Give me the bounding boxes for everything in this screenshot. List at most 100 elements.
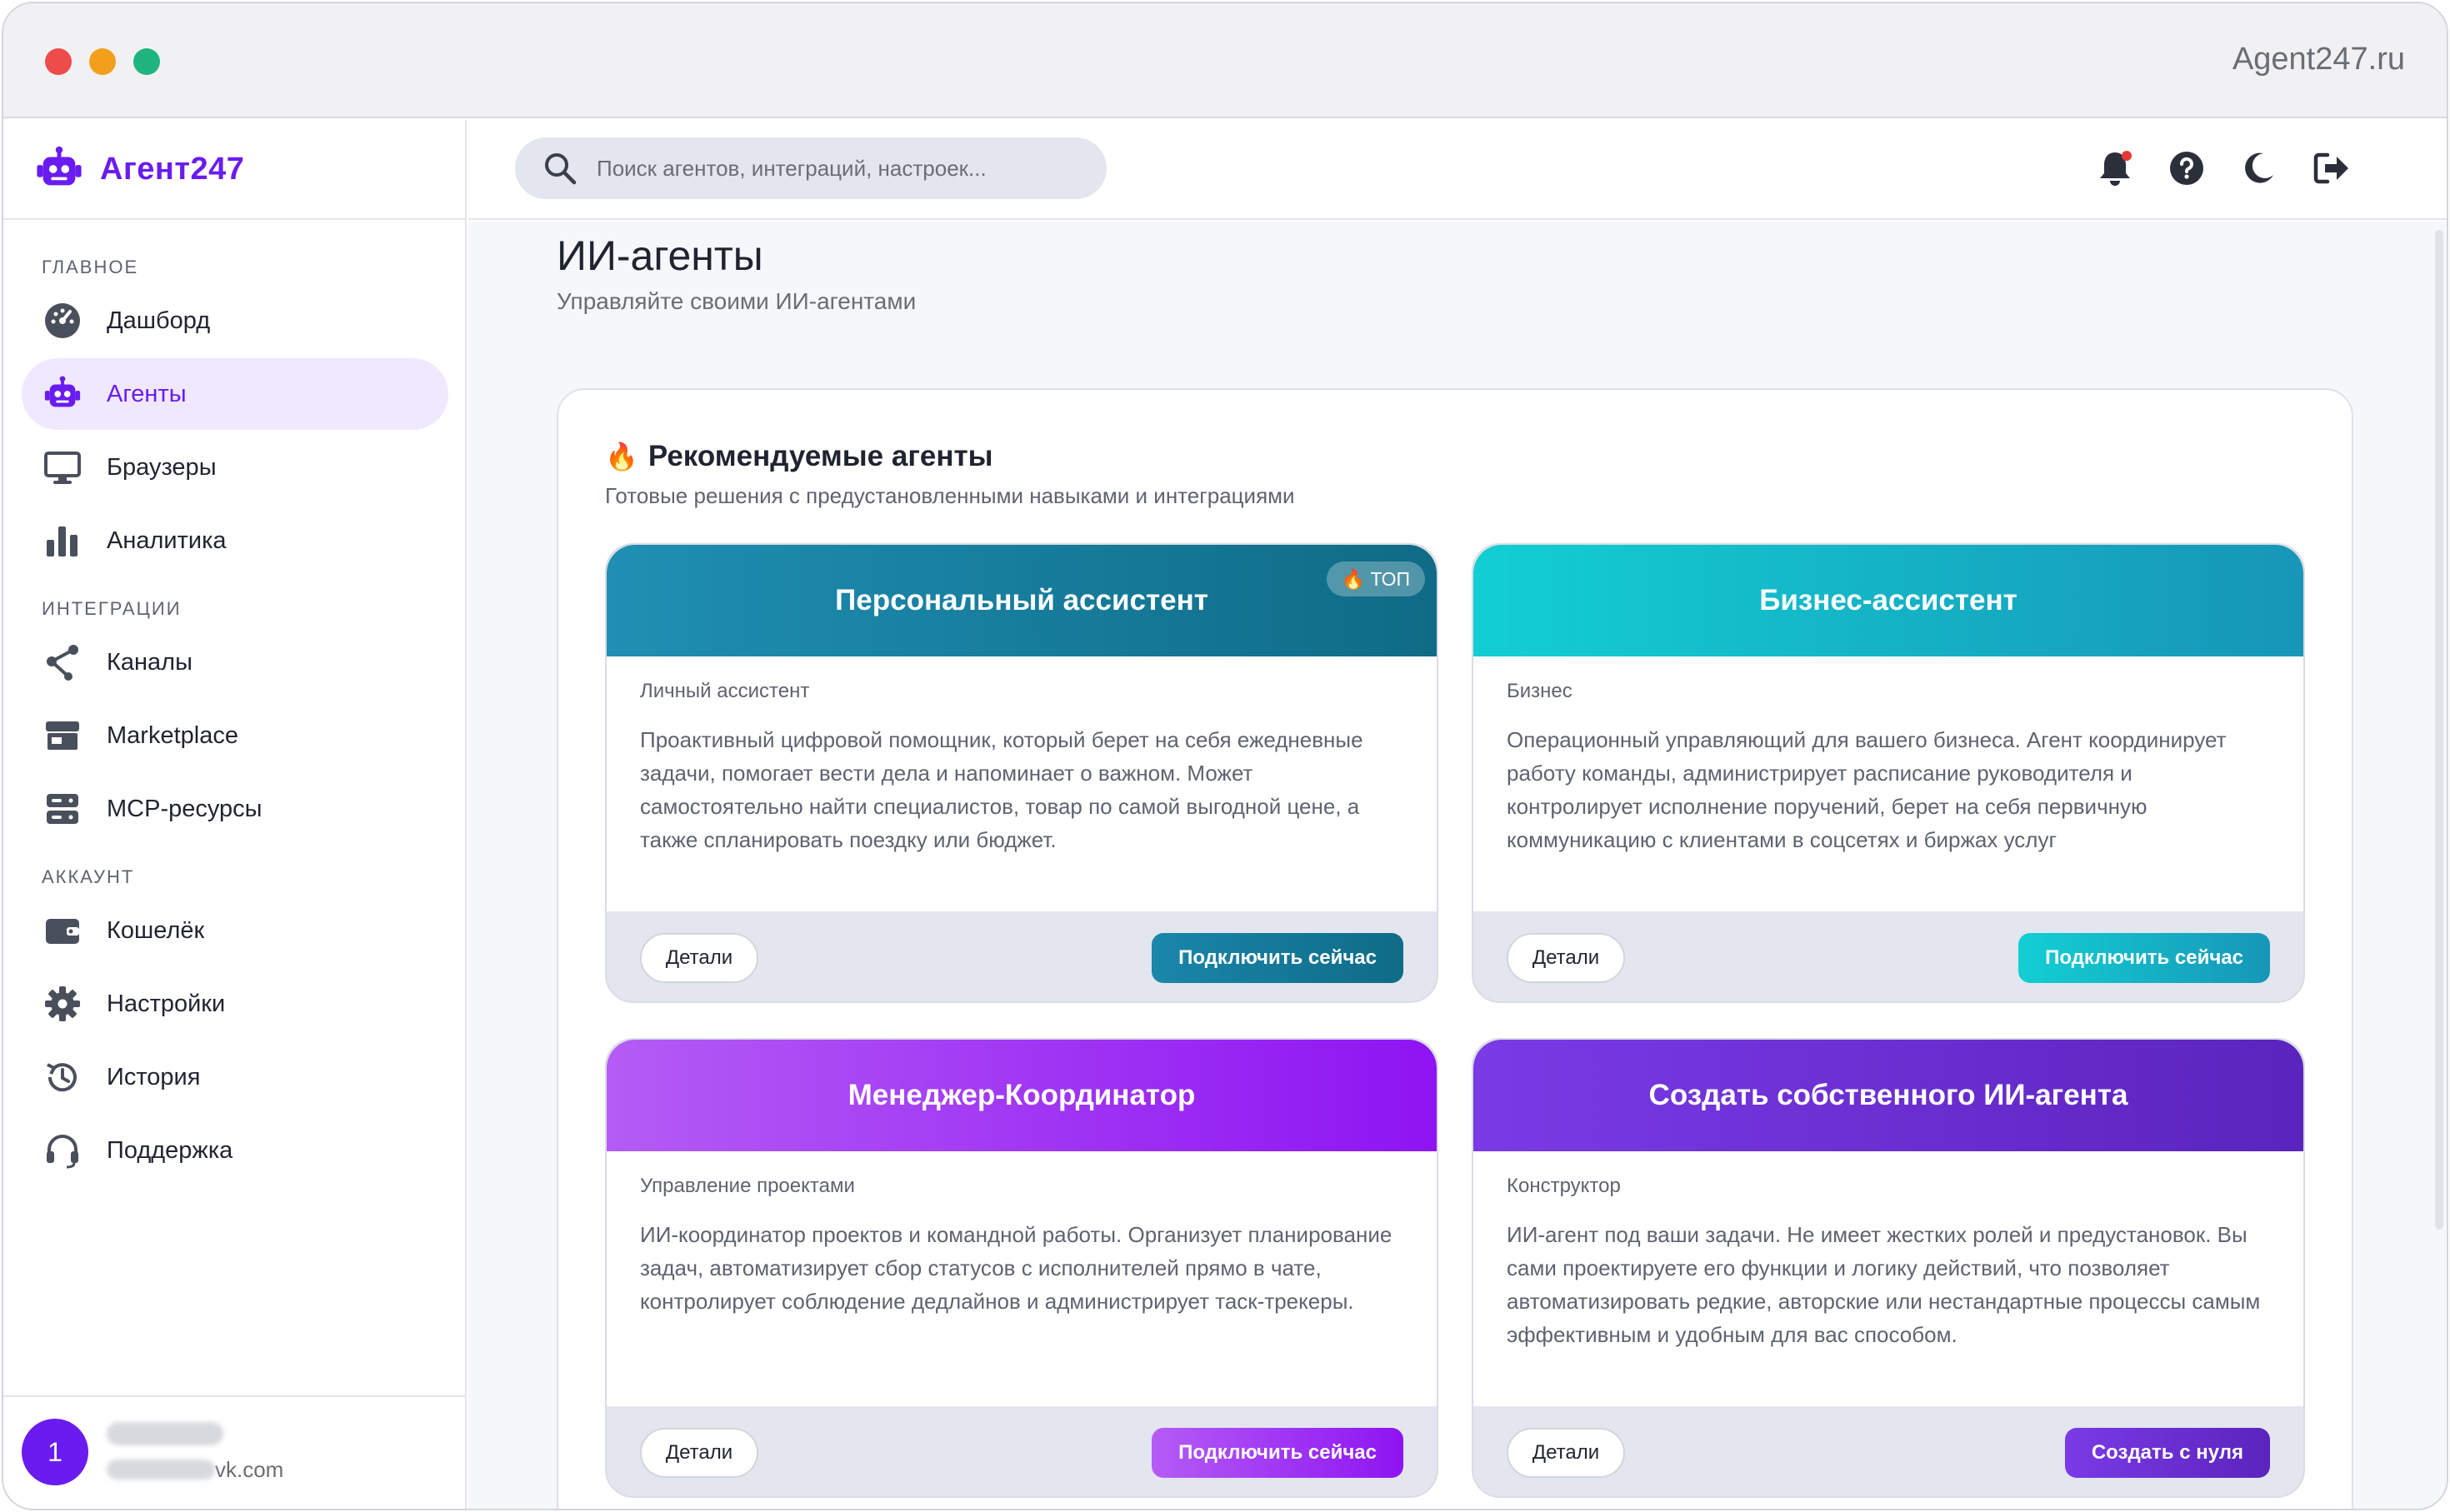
sidebar-item-label: Браузеры [107, 453, 217, 481]
share-nodes-icon [43, 643, 82, 681]
sidebar-item-label: Дашборд [107, 307, 211, 334]
card-body: Конструктор ИИ-агент под ваши задачи. Не… [1473, 1151, 2303, 1406]
sidebar-item-analytics[interactable]: Аналитика [22, 505, 448, 576]
search-input[interactable] [597, 155, 1063, 182]
recommended-title: 🔥 Рекомендуемые агенты [605, 440, 993, 473]
maximize-window-button[interactable] [133, 48, 160, 75]
search-icon [545, 153, 577, 185]
help-icon[interactable] [2165, 147, 2208, 190]
sidebar-item-label: Поддержка [107, 1136, 233, 1164]
app-logo[interactable]: Агент247 [3, 120, 467, 220]
create-from-scratch-button[interactable]: Создать с нуля [2064, 1428, 2270, 1478]
sidebar-item-marketplace[interactable]: Marketplace [22, 700, 448, 771]
minimize-window-button[interactable] [89, 48, 116, 75]
details-button[interactable]: Детали [640, 933, 758, 983]
dashboard-gauge-icon [43, 302, 82, 340]
card-category: Управление проектами [640, 1175, 855, 1197]
close-window-button[interactable] [45, 48, 72, 75]
details-button[interactable]: Детали [1507, 933, 1625, 983]
recommended-subtitle: Готовые решения с предустановленными нав… [605, 483, 1295, 508]
wallet-icon [43, 911, 82, 950]
card-body: Личный ассистент Проактивный цифровой по… [607, 656, 1437, 911]
card-category: Бизнес [1507, 680, 1572, 702]
card-body: Управление проектами ИИ-координатор прое… [607, 1151, 1437, 1406]
details-button[interactable]: Детали [640, 1428, 758, 1478]
agent-card-personal-assistant: Персональный ассистент 🔥 ТОП Личный асси… [605, 543, 1438, 1003]
history-icon [43, 1058, 82, 1096]
logout-icon[interactable] [2310, 147, 2353, 190]
connect-now-button[interactable]: Подключить сейчас [1152, 933, 1403, 983]
card-body: Бизнес Операционный управляющий для ваше… [1473, 656, 2303, 911]
site-title: Agent247.ru [2232, 42, 2405, 77]
user-email-suffix: vk.com [215, 1456, 284, 1482]
search-bar[interactable] [515, 137, 1107, 199]
sidebar-item-label: MCP-ресурсы [107, 795, 262, 822]
bell-icon[interactable] [2093, 147, 2137, 190]
bar-chart-icon [43, 521, 82, 560]
card-description: ИИ-агент под ваши задачи. Не имеет жестк… [1507, 1222, 2261, 1347]
card-description: Операционный управляющий для вашего бизн… [1507, 727, 2227, 852]
monitor-icon [43, 448, 82, 487]
server-icon [43, 790, 82, 828]
sidebar-item-label: История [107, 1063, 201, 1090]
card-description: Проактивный цифровой помощник, который б… [640, 727, 1363, 852]
user-email: vk.com [107, 1455, 283, 1484]
top-header [468, 120, 2447, 220]
sidebar-item-channels[interactable]: Каналы [22, 626, 448, 698]
card-footer: Детали Создать с нуля [1473, 1406, 2303, 1496]
section-label-account: АККАУНТ [42, 866, 135, 887]
card-title: Персональный ассистент [835, 584, 1208, 616]
card-footer: Детали Подключить сейчас [607, 911, 1437, 1001]
app-window: Agent247.ru Агент247 ГЛАВНОЕ Дашборд Аге… [2, 2, 2448, 1510]
card-description: ИИ-координатор проектов и командной рабо… [640, 1222, 1392, 1314]
card-header: Персональный ассистент 🔥 ТОП [607, 545, 1437, 656]
card-header: Менеджер-Координатор [607, 1040, 1437, 1151]
moon-icon[interactable] [2237, 147, 2280, 190]
card-header: Бизнес-ассистент [1473, 545, 2303, 656]
sidebar-item-mcp-resources[interactable]: MCP-ресурсы [22, 773, 448, 845]
sidebar-item-label: Каналы [107, 648, 192, 676]
recommended-title-text: Рекомендуемые агенты [648, 440, 993, 472]
robot-icon [43, 375, 82, 413]
agent-card-create-custom: Создать собственного ИИ-агента Конструкт… [1472, 1038, 2305, 1498]
sidebar-item-agents[interactable]: Агенты [22, 358, 448, 430]
sidebar-item-label: Аналитика [107, 526, 227, 554]
sidebar-item-support[interactable]: Поддержка [22, 1115, 448, 1186]
sidebar-item-label: Агенты [107, 380, 187, 407]
sidebar-item-settings[interactable]: Настройки [22, 968, 448, 1040]
main-scrollbar[interactable] [2435, 230, 2443, 1230]
section-label-integrations: ИНТЕГРАЦИИ [42, 598, 182, 619]
section-label-main: ГЛАВНОЕ [42, 257, 139, 277]
headset-icon [43, 1131, 82, 1170]
card-category: Личный ассистент [640, 680, 810, 702]
user-profile[interactable]: 1 vk.com [3, 1395, 467, 1509]
sidebar-item-dashboard[interactable]: Дашборд [22, 285, 448, 357]
sidebar-item-history[interactable]: История [22, 1041, 448, 1113]
agent-card-manager-coordinator: Менеджер-Координатор Управление проектам… [605, 1038, 1438, 1498]
card-title: Бизнес-ассистент [1759, 584, 2018, 616]
sidebar-item-browsers[interactable]: Браузеры [22, 432, 448, 503]
sidebar-item-label: Кошелёк [107, 916, 205, 944]
window-titlebar: Agent247.ru [3, 3, 2447, 118]
app-name: Агент247 [100, 151, 245, 187]
card-footer: Детали Подключить сейчас [607, 1406, 1437, 1496]
page-subtitle: Управляйте своими ИИ-агентами [557, 288, 917, 314]
connect-now-button[interactable]: Подключить сейчас [2018, 933, 2270, 983]
card-header: Создать собственного ИИ-агента [1473, 1040, 2303, 1151]
agent-card-business-assistant: Бизнес-ассистент Бизнес Операционный упр… [1472, 543, 2305, 1003]
sidebar-item-wallet[interactable]: Кошелёк [22, 895, 448, 966]
connect-now-button[interactable]: Подключить сейчас [1152, 1428, 1403, 1478]
card-title: Создать собственного ИИ-агента [1648, 1079, 2128, 1111]
sidebar: Агент247 ГЛАВНОЕ Дашборд Агенты Браузеры [3, 120, 467, 1509]
main-content: ИИ-агенты Управляйте своими ИИ-агентами … [468, 222, 2447, 1509]
sidebar-item-label: Настройки [107, 990, 226, 1017]
user-name-redacted [107, 1422, 223, 1445]
page-title: ИИ-агенты [557, 232, 763, 279]
details-button[interactable]: Детали [1507, 1428, 1625, 1478]
user-email-redacted [107, 1460, 215, 1480]
avatar[interactable]: 1 [22, 1419, 88, 1485]
recommended-agents-panel: 🔥 Рекомендуемые агенты Готовые решения с… [557, 388, 2353, 1509]
robot-logo-icon [37, 146, 82, 186]
card-footer: Детали Подключить сейчас [1473, 911, 2303, 1001]
card-title: Менеджер-Координатор [848, 1079, 1196, 1111]
